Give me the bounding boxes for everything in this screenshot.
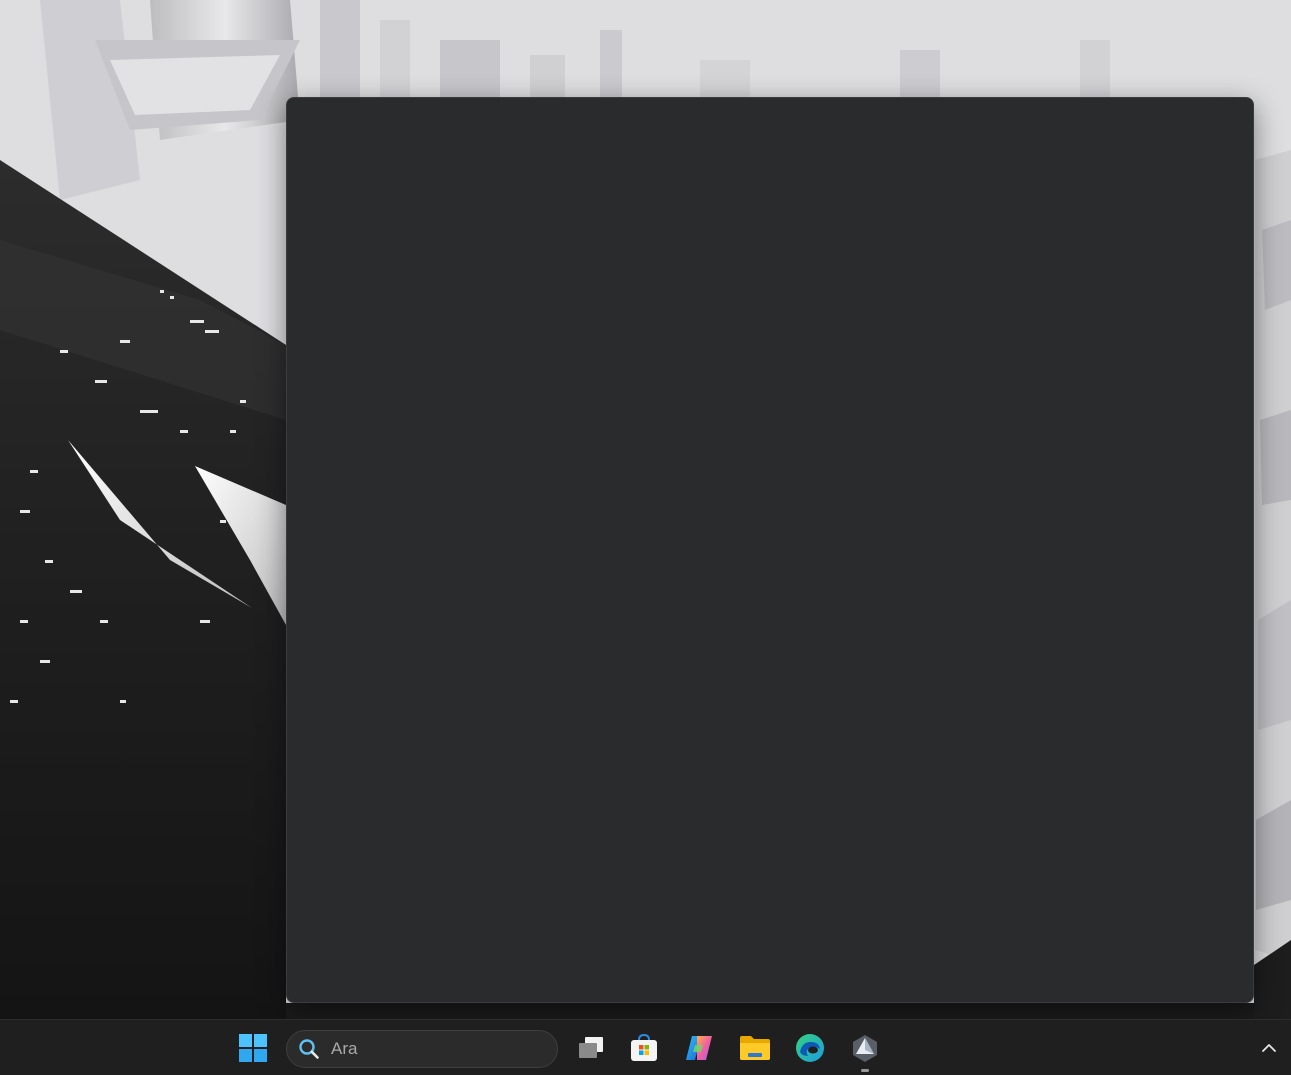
show-hidden-icons-button[interactable] <box>1255 1034 1283 1062</box>
copilot-button[interactable] <box>679 1028 719 1068</box>
file-explorer-button[interactable] <box>735 1028 775 1068</box>
microsoft-store-button[interactable] <box>624 1028 664 1068</box>
start-button[interactable] <box>233 1028 273 1068</box>
folder-icon <box>740 1036 770 1060</box>
chevron-up-icon <box>1262 1044 1276 1052</box>
microsoft-store-icon <box>631 1033 657 1061</box>
running-indicator <box>861 1069 869 1072</box>
copilot-icon <box>686 1036 712 1060</box>
app-window[interactable] <box>286 97 1254 1003</box>
windows-logo-icon <box>239 1034 267 1062</box>
search-icon <box>298 1038 320 1060</box>
edge-button[interactable] <box>790 1028 830 1068</box>
task-view-button[interactable] <box>570 1028 610 1068</box>
edge-icon <box>796 1034 824 1062</box>
search-box[interactable]: Ara <box>286 1030 558 1068</box>
search-placeholder: Ara <box>331 1039 358 1058</box>
hexagon-app-icon <box>853 1035 877 1062</box>
task-view-icon <box>579 1037 603 1058</box>
taskbar: Ara <box>0 1019 1291 1075</box>
hexagon-app-button[interactable] <box>845 1028 885 1072</box>
